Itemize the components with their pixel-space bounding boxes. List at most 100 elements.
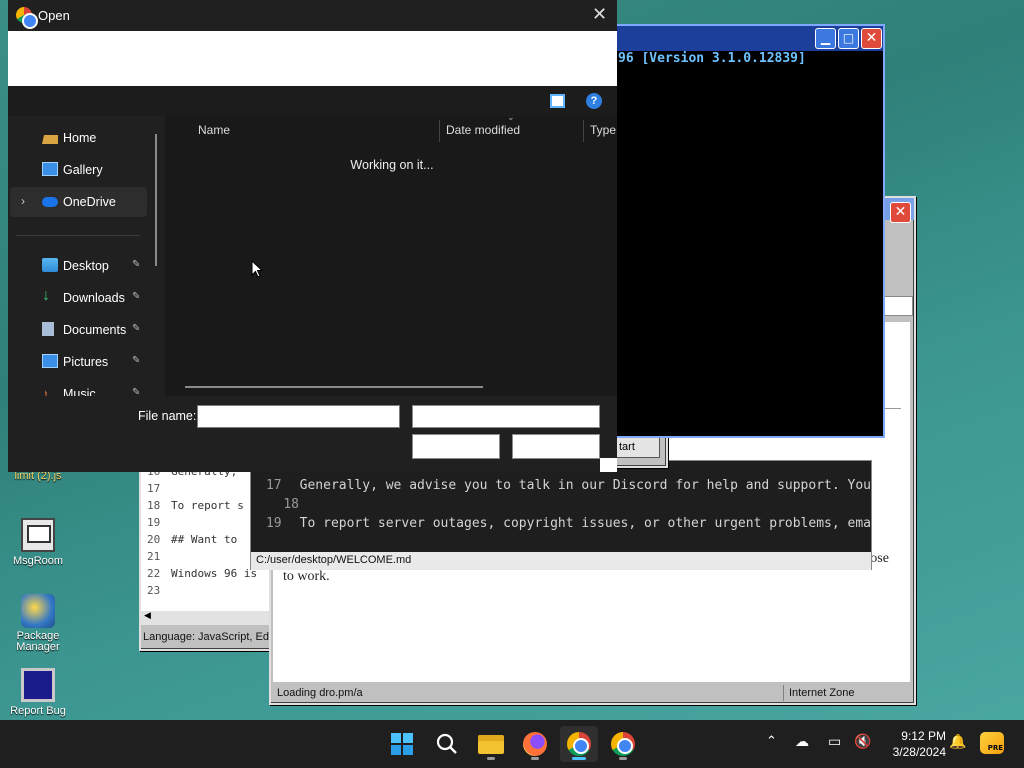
browser-status-text: Loading dro.pm/a — [277, 687, 363, 699]
firefox-icon — [523, 732, 547, 756]
music-icon: ♪ — [42, 386, 49, 396]
address-bar-area[interactable] — [8, 31, 617, 86]
resize-grip[interactable] — [600, 458, 617, 472]
nav-item-documents[interactable]: Documents ✎ — [10, 315, 147, 345]
clock-time: 9:12 PM — [901, 729, 946, 743]
folder-icon — [478, 735, 504, 754]
code-line: 19 To report server outages, copyright is… — [265, 516, 871, 531]
nav-item-onedrive[interactable]: › OneDrive — [10, 187, 147, 217]
browser-close-button[interactable]: ✕ — [890, 202, 911, 223]
chrome-icon — [567, 732, 591, 756]
minimize-button[interactable]: ▁ — [815, 28, 836, 49]
file-name-text[interactable] — [198, 406, 399, 427]
navigation-pane: Home Gallery › OneDrive Desktop ✎ ↓ Down… — [8, 116, 163, 396]
desktop-icon-report-bug[interactable]: Report Bug — [0, 668, 76, 717]
file-list-pane: ⌄ Working on it... — [165, 112, 617, 396]
help-icon[interactable]: ? — [586, 93, 602, 109]
preview-pane-icon[interactable] — [550, 94, 565, 108]
running-indicator — [572, 757, 586, 760]
pin-icon: ✎ — [132, 355, 141, 366]
cancel-button[interactable] — [512, 434, 600, 459]
chevron-right-icon[interactable]: › — [21, 194, 25, 208]
nav-item-gallery[interactable]: Gallery — [10, 155, 147, 185]
search-icon — [436, 733, 457, 754]
search-button[interactable] — [428, 726, 466, 762]
running-indicator — [531, 757, 539, 760]
file-name-label: File name: — [138, 409, 197, 423]
pin-icon: ✎ — [132, 323, 141, 334]
nav-item-home[interactable]: Home — [10, 123, 147, 153]
dialog-close-button[interactable]: ✕ — [592, 4, 607, 25]
clock-date: 3/28/2024 — [892, 745, 946, 759]
chevron-up-icon[interactable]: ⌃ — [766, 734, 777, 749]
chrome-button[interactable] — [560, 726, 598, 762]
file-type-dropdown[interactable] — [412, 405, 600, 428]
desktop-icon-label: Package Manager — [16, 630, 60, 653]
firefox-button[interactable] — [516, 726, 554, 762]
horizontal-scrollbar[interactable] — [185, 386, 483, 388]
network-icon[interactable]: ▭ — [828, 734, 841, 750]
dialog-toolbar: ? — [8, 86, 617, 116]
desktop-icon — [42, 258, 58, 272]
gallery-icon — [42, 162, 58, 176]
pictures-icon — [42, 354, 58, 368]
nav-item-downloads[interactable]: ↓ Downloads ✎ — [10, 283, 147, 313]
sort-chevron-icon: ⌄ — [507, 112, 515, 122]
welcome-editor-window: 17 Generally, we advise you to talk in ou… — [250, 460, 872, 570]
start-button[interactable] — [383, 726, 421, 762]
running-indicator — [619, 757, 627, 760]
column-header-name[interactable]: Name — [198, 123, 230, 137]
nav-item-desktop[interactable]: Desktop ✎ — [10, 251, 147, 281]
dialog-title: Open — [38, 8, 70, 23]
downloads-icon: ↓ — [42, 287, 50, 304]
horizontal-scrollbar[interactable]: ◀ — [141, 611, 271, 625]
taskbar: ⌃ ☁ ▭ 🔇 9:12 PM 3/28/2024 🔔 PRE — [0, 720, 1024, 768]
divider — [885, 408, 901, 409]
report-bug-icon — [21, 668, 55, 702]
code-line: 18 — [283, 497, 299, 512]
small-dialog-start-button[interactable]: tart — [614, 436, 660, 458]
notification-bell-icon[interactable]: 🔔 — [949, 734, 966, 750]
nav-item-pictures[interactable]: Pictures ✎ — [10, 347, 147, 377]
onedrive-icon — [42, 197, 58, 207]
mouse-cursor — [251, 260, 263, 278]
code-editor-status: Language: JavaScript, Edit — [143, 631, 273, 643]
desktop-icon-label: MsgRoom — [12, 555, 64, 567]
volume-muted-icon[interactable]: 🔇 — [854, 734, 871, 750]
pin-icon: ✎ — [132, 259, 141, 270]
nav-item-music[interactable]: ♪ Music ✎ — [10, 379, 147, 396]
documents-icon — [42, 322, 54, 336]
desktop-icon-msgroom[interactable]: MsgRoom — [0, 518, 76, 567]
nav-pane-scrollbar[interactable] — [155, 134, 157, 266]
dialog-footer: File name: — [8, 396, 617, 472]
file-name-input[interactable] — [197, 405, 400, 428]
running-indicator — [487, 757, 495, 760]
home-icon — [42, 130, 58, 144]
file-list-status: Working on it... — [350, 158, 434, 172]
clock[interactable]: 9:12 PM 3/28/2024 — [880, 728, 946, 760]
terminal-close-button[interactable]: ✕ — [861, 28, 882, 49]
desktop-icon-label: Report Bug — [10, 705, 66, 717]
column-header-date-modified[interactable]: Date modified — [446, 123, 520, 137]
column-divider — [439, 120, 440, 142]
file-explorer-button[interactable] — [472, 726, 510, 762]
desktop-icon-package-manager[interactable]: Package Manager — [0, 594, 76, 653]
terminal-window: ▁ □ ✕ 96 [Version 3.1.0.12839] — [612, 24, 885, 438]
browser-zone-text: Internet Zone — [789, 687, 855, 699]
browser-status-bar: Loading dro.pm/a Internet Zone — [273, 684, 910, 703]
column-header-type[interactable]: Type — [590, 123, 616, 137]
code-line: 17 Generally, we advise you to talk in ou… — [265, 478, 871, 493]
open-file-dialog: Open ✕ ? Home Gallery › OneDrive Desktop… — [8, 0, 617, 472]
chrome-button-2[interactable] — [604, 726, 642, 762]
code-line: 23 — [147, 584, 161, 597]
chrome-icon — [16, 7, 38, 29]
open-button[interactable] — [412, 434, 500, 459]
copilot-icon[interactable]: PRE — [980, 732, 1004, 754]
terminal-header-text: 96 [Version 3.1.0.12839] — [618, 51, 806, 66]
status-divider — [783, 685, 784, 701]
welcome-editor-content: 17 Generally, we advise you to talk in ou… — [251, 478, 871, 535]
windows-logo-icon — [391, 733, 413, 755]
maximize-button[interactable]: □ — [838, 28, 859, 49]
onedrive-offline-icon[interactable]: ☁ — [795, 734, 809, 750]
pin-icon: ✎ — [132, 291, 141, 302]
